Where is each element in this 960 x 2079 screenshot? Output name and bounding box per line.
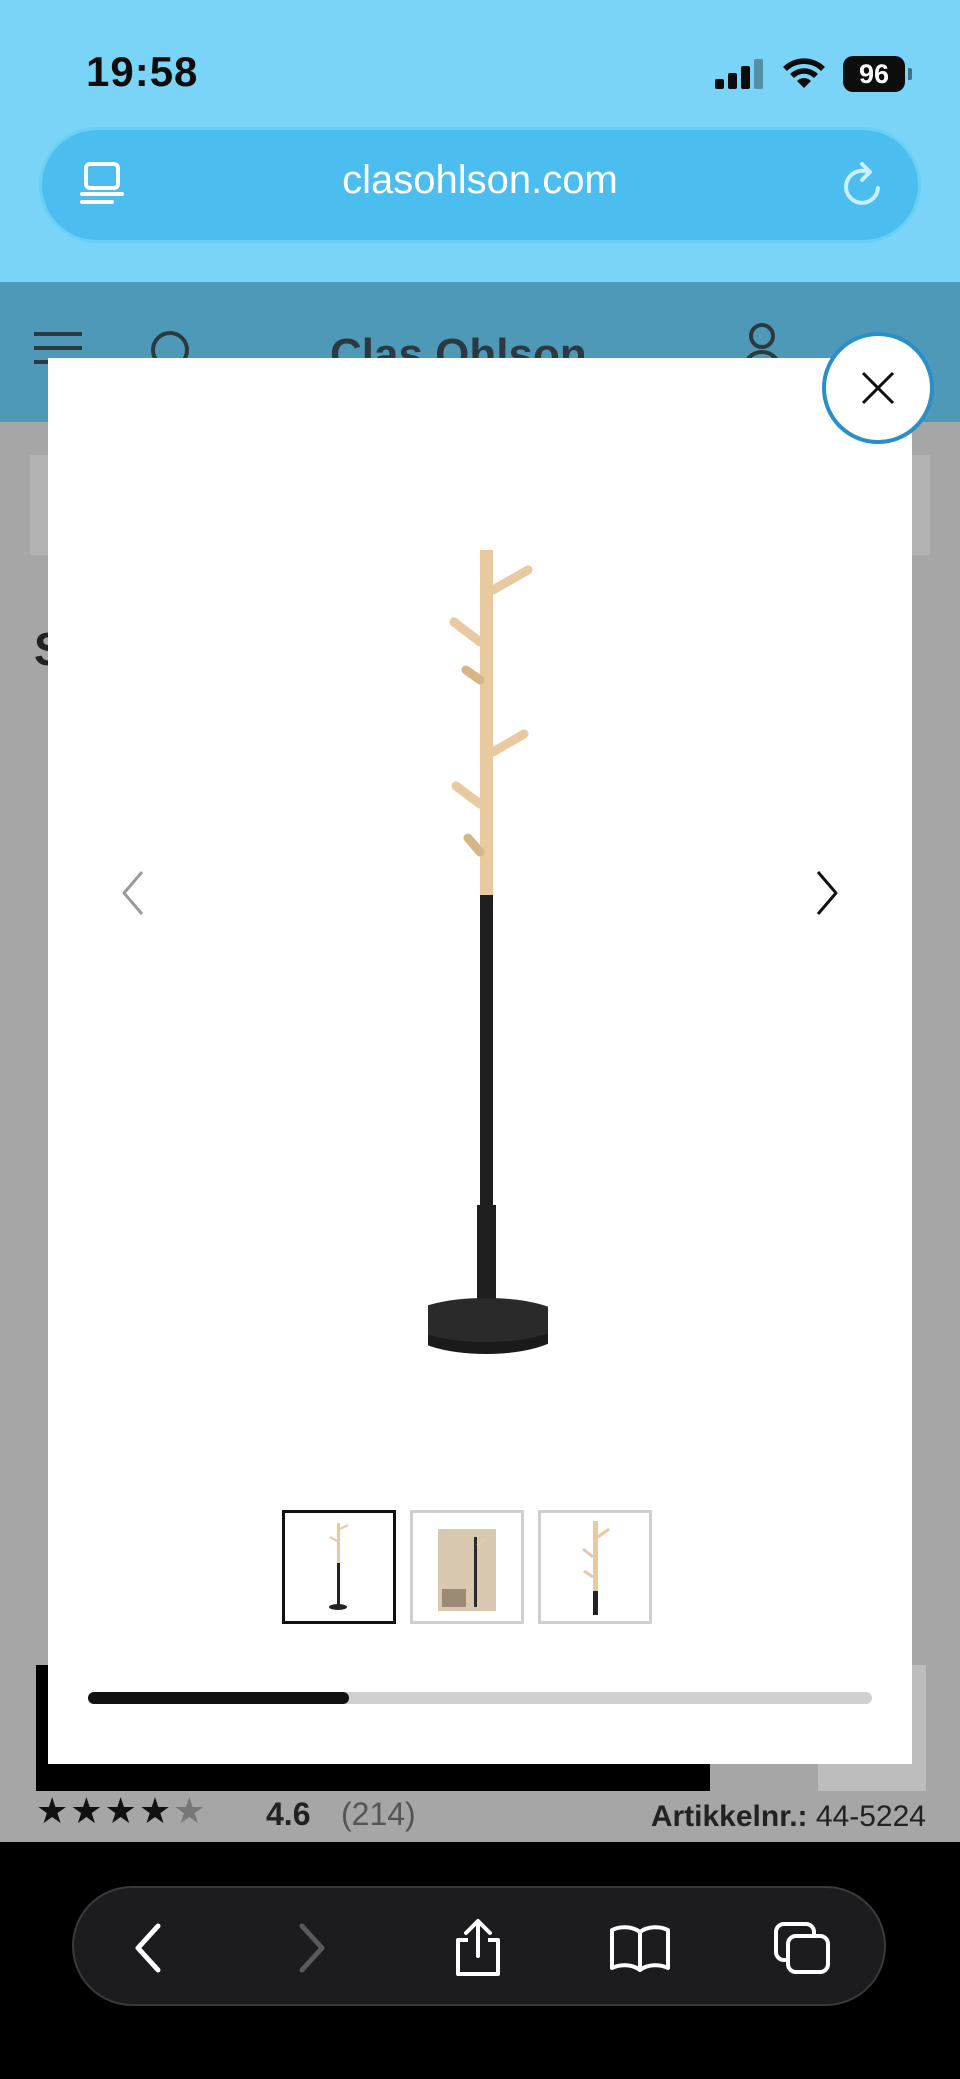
rating-row: ★★★★★ 4.6 (214) Artikkelnr.: 44-5224 — [36, 1790, 926, 1842]
article-number: Artikkelnr.: 44-5224 — [651, 1800, 926, 1834]
rating-value: 4.6 — [266, 1796, 311, 1832]
forward-icon — [299, 1923, 325, 1973]
browser-toolbar — [72, 1886, 886, 2006]
browser-chrome: 19:58 96 clasohlson.com — [0, 0, 960, 282]
reload-icon[interactable] — [838, 160, 886, 210]
thumbnail-coat-stand-front[interactable] — [282, 1510, 396, 1624]
tabs-switcher-icon — [774, 1922, 830, 1974]
room-thumbnail-icon — [438, 1529, 496, 1611]
thumbnail-coat-stand-room[interactable] — [410, 1510, 524, 1624]
thumbnail-coat-stand-detail[interactable] — [538, 1510, 652, 1624]
gallery-progress-bar — [88, 1692, 872, 1704]
share-icon — [456, 1919, 500, 1976]
product-image — [428, 550, 548, 1354]
status-icons: 96 — [715, 56, 912, 92]
close-icon — [861, 371, 895, 405]
tab-switcher-button[interactable] — [770, 1916, 834, 1980]
battery-level: 96 — [843, 56, 905, 92]
detail-thumbnail-icon — [582, 1521, 610, 1615]
url-text[interactable]: clasohlson.com — [42, 158, 918, 203]
back-icon — [135, 1923, 161, 1973]
back-button[interactable] — [116, 1916, 180, 1980]
article-value: 44-5224 — [815, 1800, 926, 1833]
bookmarks-button[interactable] — [608, 1916, 672, 1980]
signal-icon — [715, 59, 763, 89]
image-gallery-modal — [48, 358, 912, 1764]
review-count: (214) — [341, 1796, 416, 1832]
chevron-right-icon[interactable] — [812, 868, 842, 918]
address-bar[interactable]: clasohlson.com — [42, 130, 918, 240]
close-button[interactable] — [822, 332, 934, 444]
star-rating: ★★★★★ — [36, 1790, 208, 1831]
thumbnail-strip — [282, 1510, 652, 1624]
gallery-progress-fill — [88, 1692, 350, 1704]
chevron-left-icon[interactable] — [118, 868, 148, 918]
browser-toolbar-area — [0, 1842, 960, 2079]
clock: 19:58 — [86, 48, 199, 95]
forward-button[interactable] — [280, 1916, 344, 1980]
battery-indicator: 96 — [843, 56, 912, 92]
share-button[interactable] — [446, 1916, 510, 1980]
coat-stand-thumbnail-icon — [329, 1523, 349, 1610]
article-label: Artikkelnr.: — [650, 1800, 808, 1833]
book-icon — [610, 1925, 670, 1972]
wifi-icon — [783, 58, 825, 88]
